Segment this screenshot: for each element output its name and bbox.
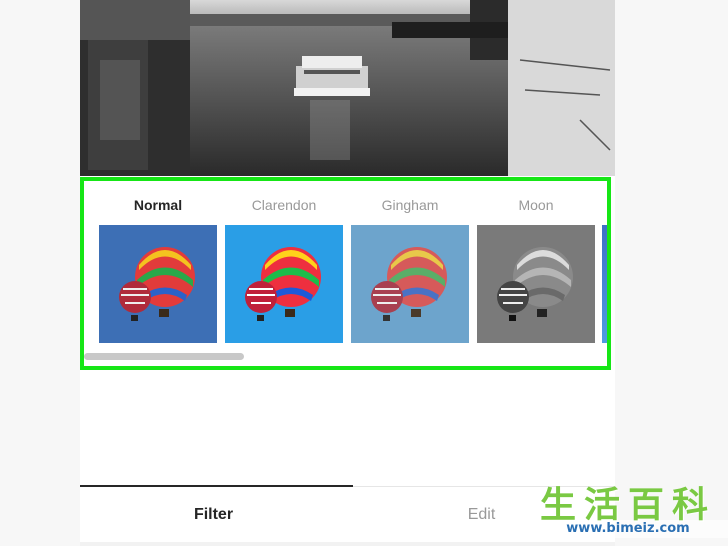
balloon-image [351,225,469,343]
filter-label: Normal [133,197,183,213]
filter-thumbnail-partial[interactable] [602,225,608,343]
page-background-left [0,0,80,546]
balloon-image [477,225,595,343]
balloon-image [99,225,217,343]
watermark: 生活百科 www.bimeiz.com [528,486,728,546]
filter-label: Moon [518,197,554,213]
photo-preview [80,0,615,176]
filter-label: Clarendon [251,197,317,213]
horizontal-scrollbar[interactable] [84,353,244,360]
filter-label: Gingham [381,197,439,213]
instagram-editor-panel: Normal Clarendon Gingham Moon Filter Edi… [80,0,615,542]
filter-thumbnail[interactable] [477,225,595,343]
watermark-url: www.bimeiz.com [528,520,728,538]
page-background-right [615,0,728,546]
river-photo-image [80,0,615,176]
filter-thumbnail[interactable] [99,225,217,343]
filter-thumbnail[interactable] [225,225,343,343]
filter-strip: Normal Clarendon Gingham Moon [80,176,615,372]
balloon-image [225,225,343,343]
filter-thumbnail[interactable] [351,225,469,343]
tab-filter[interactable]: Filter [80,487,347,542]
